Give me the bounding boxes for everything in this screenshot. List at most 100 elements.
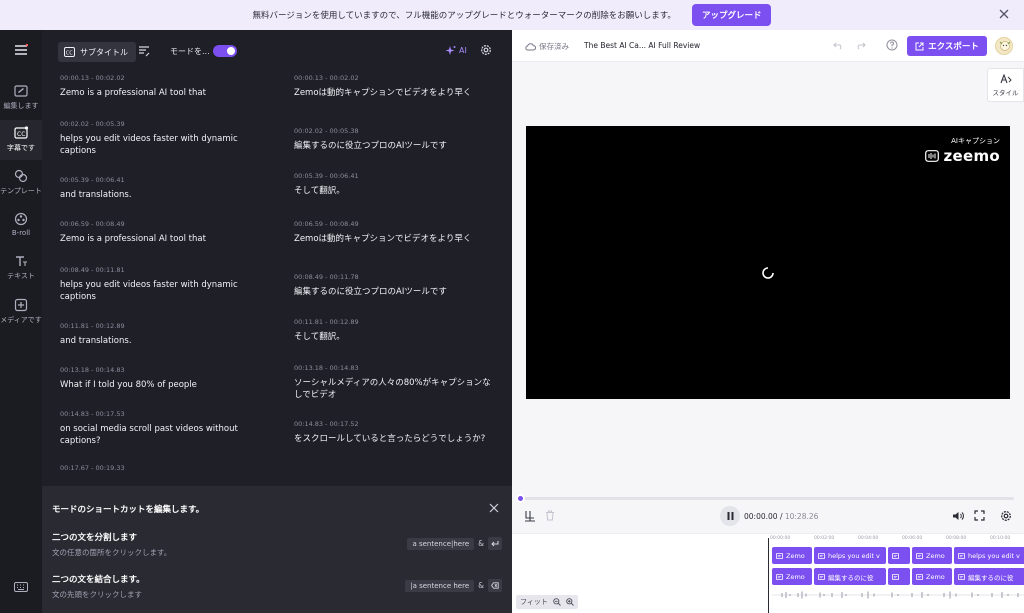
list-item[interactable]: 00:11.81 - 00:12.89 and translations.: [60, 320, 260, 364]
translated-column: 00:00.13 - 00:02.02 Zemoは動的キャプションでビデオをより早…: [294, 72, 494, 472]
progress-handle[interactable]: [516, 494, 525, 503]
ai-button[interactable]: AI: [445, 45, 467, 56]
list-item[interactable]: 00:11.81 - 00:12.89 そして翻訳。: [294, 316, 494, 362]
timeline-clip[interactable]: helps you edit v: [954, 547, 1024, 564]
undo-icon[interactable]: [833, 41, 844, 50]
list-item[interactable]: 00:14.83 - 00:17.52 をスクロールしていると言ったらどうでしょう…: [294, 418, 494, 472]
watermark-logo: zeemo: [925, 147, 1000, 165]
subtitle-text[interactable]: and translations.: [60, 189, 260, 201]
timeline-clip[interactable]: 編集するのに役: [954, 568, 1024, 585]
list-item[interactable]: 00:14.83 - 00:17.53 on social media scrol…: [60, 408, 260, 462]
subtitle-text[interactable]: helps you edit videos faster with dynami…: [60, 133, 260, 157]
list-item[interactable]: 00:13.18 - 00:14.83 What if I told you 80…: [60, 364, 260, 408]
subtitle-text[interactable]: ソーシャルメディアの人々の80%がキャプションなしでビデオ: [294, 377, 494, 401]
video-preview[interactable]: AIキャプション zeemo: [526, 126, 1010, 399]
list-item[interactable]: 00:00.13 - 00:02.02 Zemoは動的キャプションでビデオをより早…: [294, 72, 494, 125]
list-item[interactable]: 00:02.02 - 00:05.39 helps you edit videos…: [60, 118, 260, 174]
fit-button[interactable]: フィット: [520, 597, 548, 607]
list-item[interactable]: 00:06.59 - 00:08.49 Zemoは動的キャプションでビデオをより早…: [294, 218, 494, 271]
zoom-out-icon[interactable]: [553, 598, 561, 606]
rail-label-edit: 編集します: [3, 102, 39, 110]
broll-icon: [14, 212, 28, 226]
timeline-clip[interactable]: Zemo: [912, 568, 952, 585]
subtitle-text[interactable]: 編集するのに役立つプロのAIツールです: [294, 140, 494, 152]
tab-subtitle[interactable]: CC サブタイトル: [58, 42, 136, 62]
subtitle-text[interactable]: Zemo is a professional AI tool that: [60, 87, 260, 99]
rail-item-edit[interactable]: 編集します: [0, 78, 42, 118]
editor-topbar: 保存済み The Best AI Ca... AI Full Review エク…: [512, 30, 1024, 62]
progress-track[interactable]: [521, 497, 1014, 500]
list-item[interactable]: 00:08.49 - 00:11.81 helps you edit videos…: [60, 264, 260, 320]
list-item[interactable]: 00:13.18 - 00:14.83 ソーシャルメディアの人々の80%がキャプシ…: [294, 362, 494, 418]
rail-item-text[interactable]: テキスト: [0, 248, 42, 288]
rail-item-media[interactable]: メディアです: [0, 292, 42, 332]
trash-icon[interactable]: [545, 510, 555, 521]
rail-item-subtitle[interactable]: CC 字幕です: [0, 120, 42, 160]
gear-icon[interactable]: [480, 44, 492, 56]
avatar[interactable]: [995, 37, 1013, 55]
timeline-clip[interactable]: Zemo: [772, 568, 812, 585]
timeline-clip[interactable]: [888, 568, 910, 585]
caption-clip-icon: [818, 552, 825, 559]
redo-icon[interactable]: [855, 41, 866, 50]
caption-clip-icon: [892, 552, 899, 559]
subtitle-text[interactable]: and translations.: [60, 335, 260, 347]
list-item[interactable]: 00:00.13 - 00:02.02 Zemo is a professiona…: [60, 72, 260, 118]
close-icon[interactable]: [998, 8, 1010, 20]
rail-item-template[interactable]: テンプレート: [0, 163, 42, 203]
close-icon[interactable]: [489, 503, 499, 513]
timeline-clip[interactable]: Zemo: [772, 547, 812, 564]
timestamp: 00:05.39 - 00:06.41: [60, 176, 125, 184]
list-item[interactable]: 00:02.02 - 00:05.38 編集するのに役立つプロのAIツールです: [294, 125, 494, 170]
mode-toggle[interactable]: [213, 45, 237, 57]
upgrade-button[interactable]: アップグレード: [691, 4, 772, 26]
split-clip-icon[interactable]: [524, 510, 536, 522]
playback-controls: 00:00.00 / 10:28.26: [512, 503, 1024, 533]
timeline-clip[interactable]: [888, 547, 910, 564]
subtitle-text[interactable]: そして翻訳。: [294, 331, 494, 343]
timeline-playhead[interactable]: [768, 538, 769, 613]
list-item[interactable]: 00:06.59 - 00:08.49 Zemo is a professiona…: [60, 218, 260, 264]
timestamp: 00:13.18 - 00:14.83: [294, 364, 359, 372]
fullscreen-icon[interactable]: [974, 510, 985, 521]
subtitle-text[interactable]: Zemo is a professional AI tool that: [60, 233, 260, 245]
keyboard-icon[interactable]: [14, 582, 28, 592]
subtitle-text[interactable]: helps you edit videos faster with dynami…: [60, 279, 260, 303]
timeline-clip[interactable]: helps you edit v: [814, 547, 886, 564]
timestamp: 00:06.59 - 00:08.49: [60, 220, 125, 228]
rail-item-broll[interactable]: B-roll: [0, 206, 42, 246]
text-style-icon[interactable]: [138, 45, 150, 57]
project-title[interactable]: The Best AI Ca... AI Full Review: [584, 41, 700, 50]
timestamp: 00:11.81 - 00:12.89: [60, 322, 125, 330]
help-icon[interactable]: [886, 39, 898, 51]
list-item[interactable]: 00:08.49 - 00:11.78 編集するのに役立つプロのAIツールです: [294, 271, 494, 316]
timestamp: 00:08.49 - 00:11.81: [60, 266, 125, 274]
settings-icon[interactable]: [1000, 510, 1012, 522]
timestamp: 00:14.83 - 00:17.52: [294, 420, 359, 428]
shortcut-merge-keys: |a sentence here &: [405, 579, 502, 592]
list-item[interactable]: 00:17.67 - 00:19.33: [60, 462, 260, 482]
subtitle-text[interactable]: Zemoは動的キャプションでビデオをより早く: [294, 87, 494, 99]
subtitle-text[interactable]: Zemoは動的キャプションでビデオをより早く: [294, 233, 494, 245]
timeline[interactable]: 00:00:00 00:02:00 00:04:00 00:06:00 00:0…: [512, 533, 1024, 613]
zoom-in-icon[interactable]: [566, 598, 574, 606]
subtitle-text[interactable]: 編集するのに役立つプロのAIツールです: [294, 286, 494, 298]
style-button[interactable]: スタイル: [987, 68, 1024, 102]
list-item[interactable]: 00:05.39 - 00:06.41 そして翻訳。: [294, 170, 494, 218]
subtitle-icon: CC: [64, 47, 75, 57]
export-button[interactable]: エクスポート: [907, 36, 987, 56]
timeline-clip[interactable]: 編集するのに役: [814, 568, 886, 585]
subtitle-text[interactable]: をスクロールしていると言ったらどうでしょうか?: [294, 433, 494, 445]
caption-clip-icon: [892, 573, 899, 580]
timeline-clip[interactable]: Zemo: [912, 547, 952, 564]
subtitle-text[interactable]: What if I told you 80% of people: [60, 379, 260, 391]
caption-track-translated: Zemo 編集するのに役 Zemo 編集するのに役: [772, 568, 1024, 585]
shortcut-merge-row: 二つの文を結合します。 文の先頭をクリックします |a sentence her…: [52, 573, 502, 600]
pause-button[interactable]: [720, 506, 740, 526]
volume-icon[interactable]: [952, 510, 964, 522]
subtitle-text[interactable]: on social media scroll past videos witho…: [60, 423, 260, 447]
menu-icon[interactable]: [14, 44, 28, 56]
list-item[interactable]: 00:05.39 - 00:06.41 and translations.: [60, 174, 260, 218]
subtitle-list: 00:00.13 - 00:02.02 Zemo is a professiona…: [42, 72, 512, 486]
subtitle-text[interactable]: そして翻訳。: [294, 185, 494, 197]
